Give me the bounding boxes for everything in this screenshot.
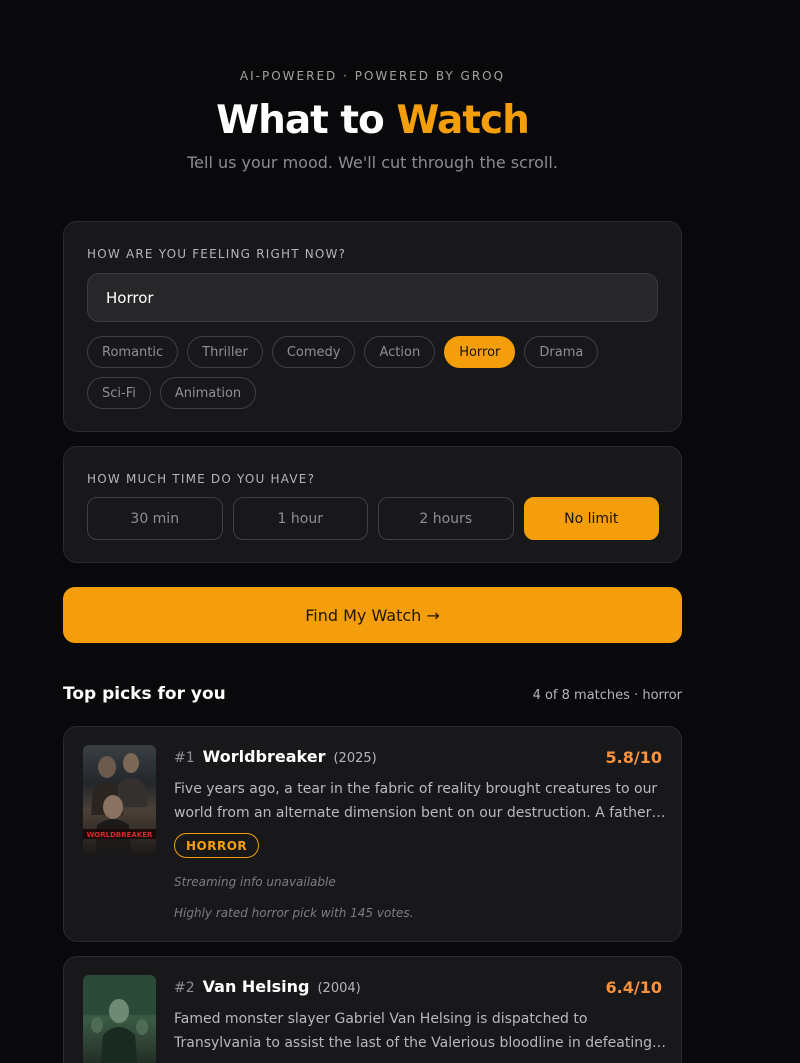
chip-drama[interactable]: Drama: [524, 336, 599, 368]
chip-romantic[interactable]: Romantic: [87, 336, 179, 368]
pick-reason: Highly rated horror pick with 145 votes.: [174, 906, 414, 920]
chip-comedy[interactable]: Comedy: [271, 336, 356, 368]
movie-poster-image: WORLDBREAKER: [83, 745, 156, 854]
chip-sci-fi[interactable]: Sci-Fi: [87, 377, 151, 409]
time-options: 30 min 1 hour 2 hours No limit: [87, 497, 659, 540]
movie-year: (2025): [333, 751, 377, 766]
mood-panel: HOW ARE YOU FEELING RIGHT NOW? Romantic …: [63, 221, 682, 432]
movie-score: 6.4/10: [605, 978, 662, 997]
card-header: #1 Worldbreaker (2025): [174, 747, 377, 766]
movie-overview: Five years ago, a tear in the fabric of …: [174, 781, 658, 821]
poster-title-text: WORLDBREAKER: [87, 831, 153, 839]
poster-art: [83, 975, 156, 1063]
poster-art: WORLDBREAKER: [83, 753, 156, 854]
time-option-2-hours[interactable]: 2 hours: [378, 497, 514, 540]
movie-rank: #2: [174, 980, 195, 996]
chip-horror[interactable]: Horror: [444, 336, 516, 368]
chip-thriller[interactable]: Thriller: [187, 336, 263, 368]
movie-poster-image: [83, 975, 156, 1063]
time-label: HOW MUCH TIME DO YOU HAVE?: [87, 472, 316, 486]
mood-input[interactable]: [87, 273, 658, 322]
eyebrow-text: AI-POWERED · POWERED BY GROQ: [239, 69, 506, 83]
app-page: AI-POWERED · POWERED BY GROQ What to Wat…: [0, 0, 800, 1063]
movie-overview: Famed monster slayer Gabriel Van Helsing…: [174, 1011, 653, 1051]
chip-action[interactable]: Action: [364, 336, 436, 368]
movie-year: (2004): [317, 981, 361, 996]
time-panel: HOW MUCH TIME DO YOU HAVE? 30 min 1 hour…: [63, 446, 682, 563]
chip-animation[interactable]: Animation: [159, 377, 257, 409]
time-option-1-hour[interactable]: 1 hour: [232, 497, 368, 540]
movie-title: Worldbreaker: [202, 747, 326, 766]
movie-card[interactable]: #2 Van Helsing (2004) 6.4/10 Famed monst…: [63, 956, 682, 1063]
title-main: What to: [216, 98, 397, 143]
title-accent: Watch: [396, 98, 529, 143]
movie-title: Van Helsing: [202, 977, 310, 996]
find-my-watch-button[interactable]: Find My Watch →: [63, 587, 682, 643]
results-title: Top picks for you: [63, 684, 226, 704]
page-title: What to Watch: [0, 98, 745, 143]
streaming-info: Streaming info unavailable: [174, 875, 336, 889]
time-option-30-min[interactable]: 30 min: [87, 497, 223, 540]
genre-tag: HORROR: [174, 833, 260, 858]
card-header: #2 Van Helsing (2004): [174, 977, 361, 996]
mood-label: HOW ARE YOU FEELING RIGHT NOW?: [87, 247, 347, 261]
mood-chips: Romantic Thriller Comedy Action Horror D…: [87, 336, 667, 409]
results-meta: 4 of 8 matches · horror: [532, 688, 682, 703]
time-option-no-limit[interactable]: No limit: [523, 497, 659, 540]
movie-rank: #1: [174, 750, 195, 766]
movie-card[interactable]: WORLDBREAKER #1 Worldbreaker (2025) 5.8/…: [63, 726, 682, 942]
page-subtitle: Tell us your mood. We'll cut through the…: [187, 153, 558, 172]
movie-score: 5.8/10: [605, 748, 662, 767]
